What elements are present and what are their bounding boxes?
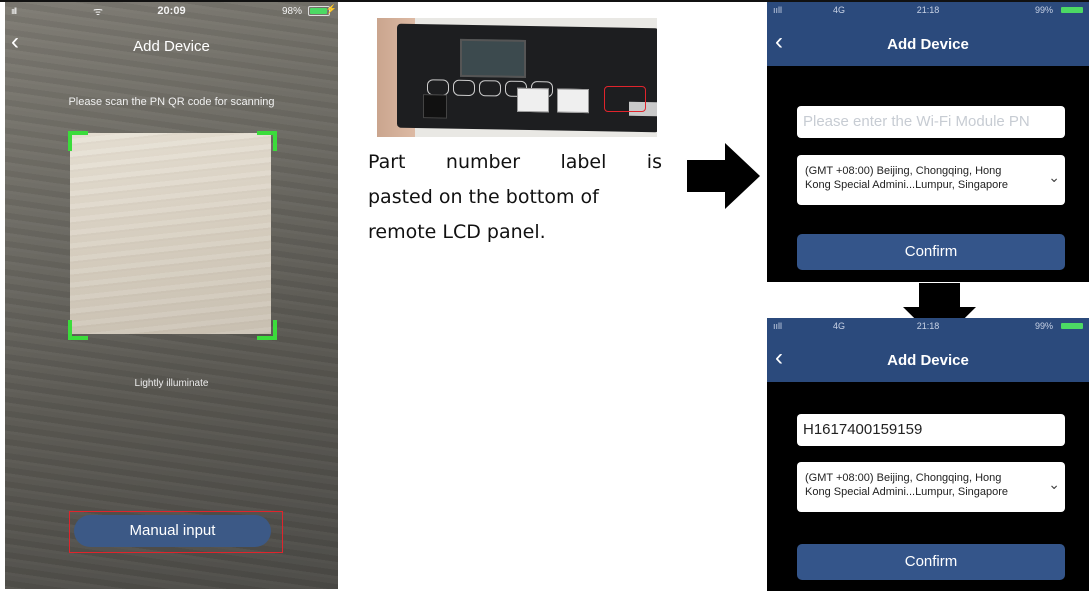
caption-word: Part [368, 151, 406, 173]
caption-word: is [646, 151, 662, 173]
illuminate-hint: Lightly illuminate [134, 378, 209, 389]
page-title: Add Device [887, 36, 969, 53]
timezone-select[interactable]: (GMT +08:00) Beijing, Chongqing, Hong Ko… [797, 155, 1065, 205]
caption-text: Part number label is pasted on the botto… [368, 145, 662, 250]
highlight-circle [604, 86, 646, 112]
scanner-screen: ııll ᯤ 20:09 98% ⚡ ‹ Add Device Please s… [5, 2, 338, 589]
viewfinder-corner-icon [257, 131, 277, 151]
device-photo [377, 18, 657, 137]
viewfinder-corner-icon [68, 320, 88, 340]
timezone-line-2: Kong Special Admini...Lumpur, Singapore [805, 179, 1009, 191]
caption-line-1: Part number label is [368, 145, 662, 180]
rj45-port-image [557, 88, 589, 114]
timezone-line-1: (GMT +08:00) Beijing, Chongqing, Hong [805, 165, 1002, 177]
scan-instruction: Please scan the PN QR code for scanning [68, 96, 275, 108]
confirm-button[interactable]: Confirm [797, 234, 1065, 270]
page-title: Add Device [133, 38, 210, 55]
chevron-down-icon: ⌄ [1048, 169, 1060, 185]
lcd-panel-image [397, 23, 657, 133]
viewfinder-corner-icon [257, 320, 277, 340]
arrow-right-icon [687, 143, 760, 209]
battery-percent: 99% [1034, 321, 1053, 331]
manual-input-button[interactable]: Manual input [74, 515, 271, 547]
terminal-block-image [423, 94, 447, 119]
timezone-select[interactable]: (GMT +08:00) Beijing, Chongqing, Hong Ko… [797, 462, 1065, 512]
nav-bar: ııll 4G 21:18 99% ‹ Add Device [767, 2, 1089, 66]
caption-word: number [445, 151, 521, 173]
status-bar: ııll ᯤ 20:09 98% ⚡ [5, 2, 338, 20]
rj45-port-image [517, 87, 549, 113]
timezone-line-2: Kong Special Admini...Lumpur, Singapore [805, 486, 1009, 498]
page-title: Add Device [887, 352, 969, 369]
timezone-line-1: (GMT +08:00) Beijing, Chongqing, Hong [805, 472, 1002, 484]
confirm-button[interactable]: Confirm [797, 544, 1065, 580]
scan-viewfinder [70, 133, 271, 334]
pn-input[interactable]: Please enter the Wi-Fi Module PN [797, 106, 1065, 138]
battery-percent: 98% [281, 6, 302, 17]
caption-word: label [560, 151, 607, 173]
charging-icon: ⚡ [325, 4, 337, 14]
pn-input[interactable]: H1617400159159 [797, 414, 1065, 446]
caption-line-3: remote LCD panel. [368, 221, 546, 243]
add-device-screen-filled: ııll 4G 21:18 99% ‹ Add Device H16174001… [767, 318, 1089, 591]
viewfinder-corner-icon [68, 131, 88, 151]
chevron-down-icon: ⌄ [1048, 476, 1060, 492]
lcd-screen-image [460, 38, 526, 78]
battery-icon [1061, 7, 1083, 13]
battery-percent: 99% [1034, 5, 1053, 15]
nav-bar: ııll 4G 21:18 99% ‹ Add Device [767, 318, 1089, 382]
battery-icon [1061, 323, 1083, 329]
add-device-screen-empty: ııll 4G 21:18 99% ‹ Add Device Please en… [767, 2, 1089, 282]
caption-line-2: pasted on the bottom of [368, 186, 599, 208]
